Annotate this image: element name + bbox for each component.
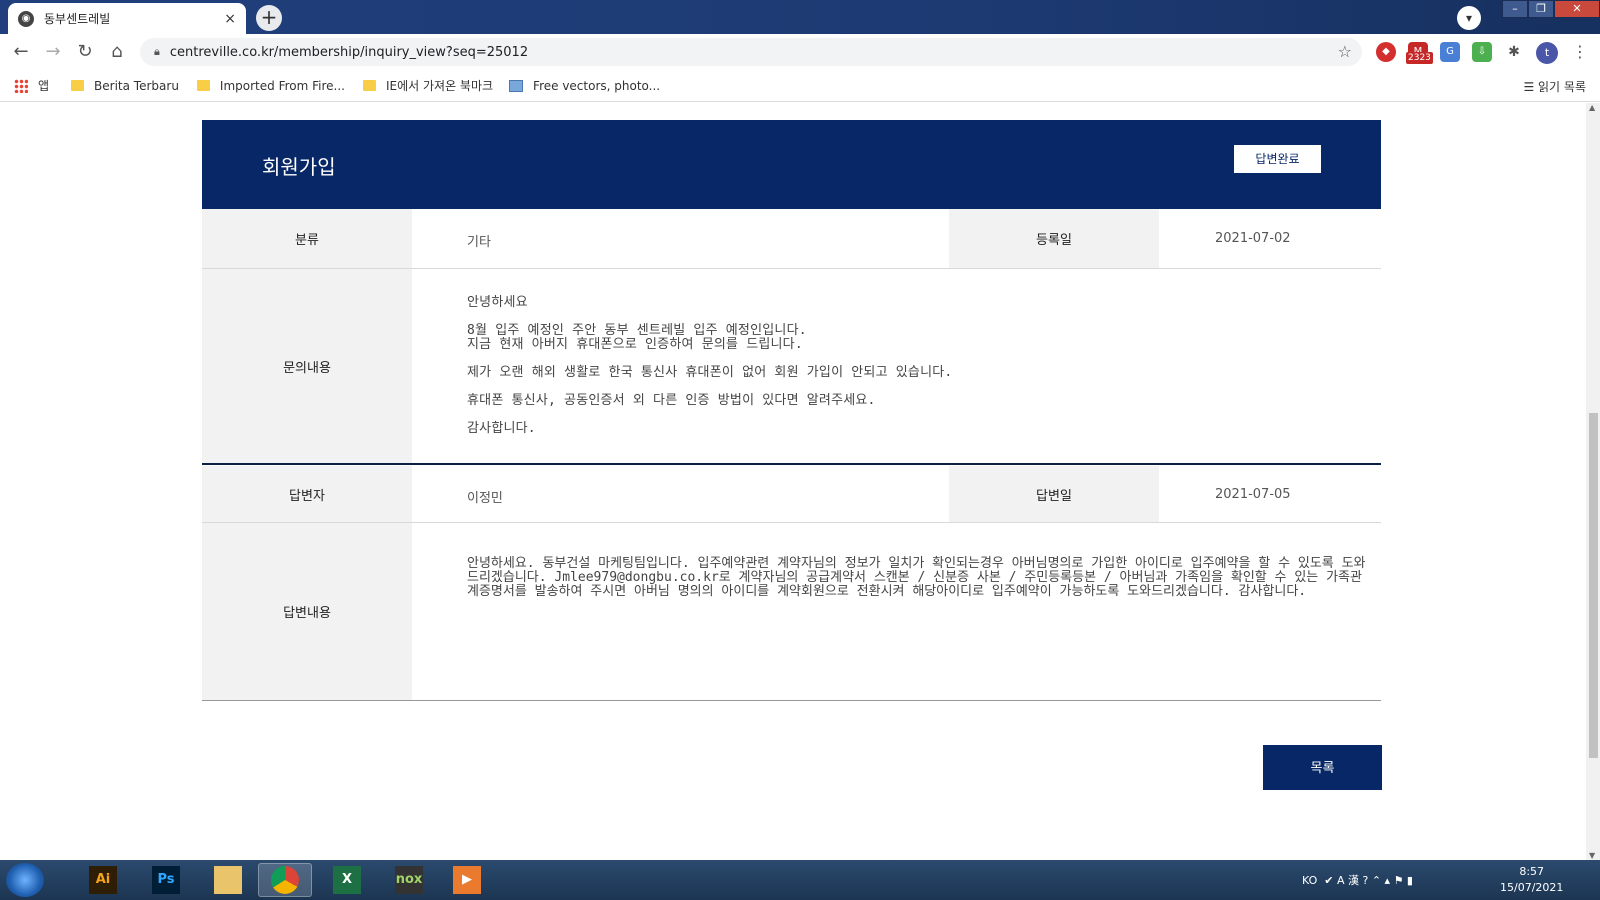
category-label: 분류 [202, 209, 412, 268]
clock-date: 15/07/2021 [1500, 881, 1564, 894]
tab-title: 동부센트레빌 [44, 12, 111, 26]
extensions-puzzle-icon[interactable]: ✱ [1504, 42, 1524, 62]
content-line: 8월 입주 예정인 주안 동부 센트레빌 입주 예정인입니다. [467, 323, 807, 338]
tab-close-icon[interactable]: × [224, 11, 236, 27]
clock-time: 8:57 [1519, 865, 1545, 878]
content-label: 문의내용 [202, 269, 412, 463]
folder-icon [362, 80, 376, 91]
chrome-icon [271, 866, 299, 894]
address-bar[interactable]: 🔒︎ centreville.co.kr/membership/inquiry_… [140, 38, 1362, 66]
apps-icon [14, 78, 28, 93]
inquiry-header: 회원가입 답변완료 [202, 120, 1381, 209]
answer-content: 안녕하세요. 동부건설 마케팅팀입니다. 입주예약관련 계약자님의 정보가 일치… [467, 556, 1366, 599]
reload-icon[interactable]: ↻ [74, 41, 96, 63]
nox-icon: nox [395, 866, 423, 894]
scroll-up-icon[interactable]: ▲ [1589, 103, 1595, 112]
profile-avatar[interactable]: t [1536, 42, 1558, 64]
new-tab-button[interactable]: + [256, 5, 282, 31]
taskbar-app-media-player[interactable]: ▶ [440, 863, 494, 897]
content-line: 휴대폰 통신사, 공동인증서 외 다른 인증 방법이 있다면 알려주세요. [467, 393, 876, 408]
bookmark-freevectors[interactable]: Free vectors, photo... [509, 79, 660, 93]
taskbar-app-nox[interactable]: nox [382, 863, 436, 897]
extension-adblock-icon[interactable]: ◆ [1376, 42, 1396, 62]
bookmark-ie[interactable]: IE에서 가져온 북마크 [362, 77, 494, 94]
extension-badge: 2323 [1406, 52, 1433, 64]
minimize-icon[interactable]: – [1502, 0, 1528, 18]
bookmark-label: IE에서 가져온 북마크 [385, 79, 494, 93]
content-line: 제가 오랜 해외 생활로 한국 통신사 휴대폰이 없어 회원 가입이 안되고 있… [467, 365, 953, 380]
extension-save-icon[interactable]: ⇩ [1472, 42, 1492, 62]
scrollbar-thumb[interactable] [1589, 413, 1598, 758]
content-line: 감사합니다. [467, 421, 536, 436]
tab-search-icon[interactable]: ▾ [1457, 6, 1481, 30]
bookmark-berita[interactable]: Berita Terbaru [71, 79, 179, 93]
taskbar-app-photoshop[interactable]: Ps [139, 863, 193, 897]
window-controls: – ❐ ✕ [1502, 0, 1600, 18]
answer-row: 답변내용 안녕하세요. 동부건설 마케팅팀입니다. 입주예약관련 계약자님의 정… [202, 523, 1381, 701]
content-line: 지금 현재 아버지 휴대폰으로 인증하여 문의를 드립니다. [467, 337, 803, 352]
clock[interactable]: 8:57 15/07/2021 [1500, 864, 1563, 896]
page-content: 회원가입 답변완료 분류 기타 등록일 2021-07-02 문의내용 안녕하세… [0, 103, 1586, 860]
answerer-label: 답변자 [202, 466, 412, 522]
inquiry-title: 회원가입 [262, 155, 336, 179]
date-value: 2021-07-02 [1215, 231, 1291, 246]
windows-taskbar: Ai Ps Xnox ▶ KO ✔ A 漢 ? ⌃ ▴ ⚑ ▮ 8:57 15/07/… [0, 860, 1600, 900]
language-indicator[interactable]: KO [1302, 874, 1317, 887]
restore-icon[interactable]: ❐ [1528, 0, 1554, 18]
category-value: 기타 [467, 235, 491, 250]
close-window-icon[interactable]: ✕ [1554, 0, 1600, 18]
forward-icon[interactable]: → [42, 41, 64, 63]
start-button[interactable] [6, 863, 44, 897]
answer-date-label: 답변일 [949, 466, 1159, 522]
bookmark-label: Free vectors, photo... [533, 78, 661, 93]
bookmarks-bar: 앱 Berita Terbaru Imported From Fire... I… [0, 70, 1600, 102]
answerer-value: 이정민 [467, 491, 503, 506]
excel-icon: X [333, 866, 361, 894]
taskbar-app-file-explorer[interactable] [201, 863, 255, 897]
answer-label: 답변내용 [202, 523, 412, 700]
content-line: 안녕하세요 [467, 295, 528, 310]
system-tray: KO ✔ A 漢 ? ⌃ ▴ ⚑ ▮ [1302, 874, 1413, 887]
menu-kebab-icon[interactable]: ⋮ [1572, 42, 1588, 61]
folder-icon [196, 80, 210, 91]
answer-date-value: 2021-07-05 [1215, 487, 1291, 502]
taskbar-app-illustrator[interactable]: Ai [76, 863, 130, 897]
date-label: 등록일 [949, 209, 1159, 268]
back-icon[interactable]: ← [10, 41, 32, 63]
content-row: 문의내용 안녕하세요 8월 입주 예정인 주안 동부 센트레빌 입주 예정인입니… [202, 269, 1381, 465]
lock-icon: 🔒︎ [154, 45, 160, 58]
bookmark-apps[interactable]: 앱 [14, 77, 49, 94]
bookmark-label: Imported From Fire... [219, 78, 345, 93]
image-icon [509, 79, 524, 92]
inquiry-content: 안녕하세요 8월 입주 예정인 주안 동부 센트레빌 입주 예정인입니다. 지금… [467, 296, 952, 450]
page-scrollbar[interactable]: ▲ ▼ [1586, 103, 1600, 860]
bookmark-label: 앱 [38, 79, 50, 93]
status-badge: 답변완료 [1234, 145, 1321, 173]
browser-tab[interactable]: ◉ 동부센트레빌 × [8, 3, 246, 34]
bookmark-label: Berita Terbaru [94, 78, 179, 93]
bookmark-imported[interactable]: Imported From Fire... [196, 78, 345, 93]
file-explorer-icon [214, 866, 242, 894]
browser-tab-strip: ◉ 동부센트레빌 × + ▾ – ❐ ✕ [0, 0, 1600, 34]
folder-icon [71, 80, 85, 91]
url-text: centreville.co.kr/membership/inquiry_vie… [169, 44, 529, 60]
scroll-down-icon[interactable]: ▼ [1589, 851, 1595, 860]
illustrator-icon: Ai [89, 866, 117, 894]
extension-translate-icon[interactable]: G [1440, 42, 1460, 62]
photoshop-icon: Ps [152, 866, 180, 894]
reading-list[interactable]: ☰ 읽기 목록 [1523, 78, 1586, 95]
home-icon[interactable]: ⌂ [106, 41, 128, 63]
media-player-icon: ▶ [453, 866, 481, 894]
taskbar-app-excel[interactable]: X [320, 863, 374, 897]
info-row: 분류 기타 등록일 2021-07-02 [202, 209, 1381, 269]
answer-info-row: 답변자 이정민 답변일 2021-07-05 [202, 466, 1381, 523]
browser-toolbar: ← → ↻ ⌂ 🔒︎ centreville.co.kr/membership/… [0, 34, 1600, 70]
globe-icon: ◉ [18, 10, 34, 27]
bookmark-star-icon[interactable]: ☆ [1338, 42, 1352, 61]
list-button[interactable]: 목록 [1263, 745, 1382, 790]
taskbar-app-chrome[interactable] [258, 863, 312, 897]
reading-list-label: 읽기 목록 [1538, 80, 1586, 94]
